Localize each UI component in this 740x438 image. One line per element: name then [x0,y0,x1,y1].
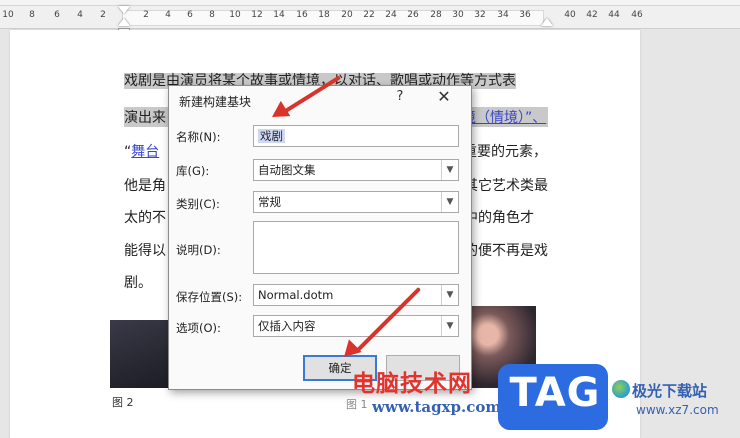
ruler-number: 14 [273,10,285,20]
close-icon[interactable]: ✕ [433,87,455,106]
doc-text: 他是角 [124,178,166,194]
ruler-number: 10 [229,10,241,20]
ruler-number: 4 [165,10,171,20]
doc-text: 重要的元素， [463,144,547,160]
ruler-number: 32 [474,10,486,20]
first-line-indent-marker[interactable] [118,6,130,14]
options-label: 选项(O): [176,321,221,335]
doc-text: “舞台 [124,144,160,160]
watermark-site-name: 电脑技术网 [352,371,472,397]
doc-text: 中的角色才 [464,210,534,226]
doc-line-3[interactable]: “舞台 重要的元素， [124,141,547,161]
ruler-number: 4 [77,10,83,20]
doc-text: 演出来 [124,110,166,126]
ruler-number: 12 [251,10,263,20]
new-building-block-dialog[interactable]: 新建构建基块 ? ✕ 名称(N): 戏剧 库(G): 自动图文集 ▼ 类别(C)… [168,85,472,390]
ruler-number: 24 [385,10,397,20]
save-location-label: 保存位置(S): [176,290,243,304]
ruler-number: 46 [631,10,643,20]
doc-text: 剧。 [124,275,152,291]
chevron-down-icon[interactable]: ▼ [441,285,458,305]
document-image-left[interactable] [110,320,170,388]
doc-text: 其它艺术类最 [464,178,548,194]
doc-text: 能得以 [124,243,166,259]
ruler-number: 16 [296,10,308,20]
horizontal-ruler[interactable]: 10 8 6 4 2 2 4 6 8 10 12 14 16 18 20 22 … [0,6,740,29]
doc-line-5[interactable]: 太的不 中的角色才 [124,207,534,227]
category-select[interactable]: 常规 ▼ [253,191,459,213]
chevron-down-icon[interactable]: ▼ [441,316,458,336]
ruler-number: 6 [54,10,60,20]
ruler-number: 22 [363,10,375,20]
ruler-number: 44 [608,10,620,20]
jiguang-site-name: 极光下载站 [632,382,708,400]
name-input-value: 戏剧 [258,129,285,143]
ruler-number: 2 [100,10,106,20]
jiguang-site-url: www.xz7.com [636,403,719,417]
options-select-value: 仅插入内容 [258,319,316,333]
gallery-select[interactable]: 自动图文集 ▼ [253,159,459,181]
name-label: 名称(N): [176,130,221,144]
save-location-select[interactable]: Normal.dotm ▼ [253,284,459,306]
category-select-value: 常规 [258,195,281,209]
ruler-number: 30 [452,10,464,20]
ruler-number: 28 [430,10,442,20]
help-icon[interactable]: ? [391,89,409,104]
image-caption: 图 1 [346,398,368,411]
doc-text: 的便不再是戏 [464,243,548,259]
ruler-number: 20 [341,10,353,20]
chevron-down-icon[interactable]: ▼ [441,160,458,180]
gallery-label: 库(G): [176,164,210,178]
doc-line-7[interactable]: 剧。 [124,272,152,292]
ruler-number: 26 [407,10,419,20]
description-input[interactable] [253,221,459,274]
ruler-number: 40 [564,10,576,20]
watermark-site-url: www.tagxp.com [372,398,502,416]
name-input[interactable]: 戏剧 [253,125,459,147]
dialog-title: 新建构建基块 [179,95,252,109]
jiguang-logo-icon [612,380,630,398]
ruler-number: 8 [29,10,35,20]
ruler-number: 8 [209,10,215,20]
doc-line-4[interactable]: 他是角 其它艺术类最 [124,175,548,195]
ruler-number: 34 [497,10,509,20]
image-caption: 图 2 [112,396,134,409]
ruler-number: 10 [2,10,14,20]
chevron-down-icon[interactable]: ▼ [441,192,458,212]
category-label: 类别(C): [176,197,220,211]
save-location-value: Normal.dotm [258,288,334,302]
ruler-number: 6 [187,10,193,20]
tag-logo-text: TAG [509,370,601,416]
doc-link[interactable]: 境（情境）”、 [462,107,546,127]
hanging-indent-marker[interactable] [118,18,130,26]
ruler-number: 36 [519,10,531,20]
gallery-select-value: 自动图文集 [258,163,316,177]
ruler-number: 2 [143,10,149,20]
description-label: 说明(D): [176,243,221,257]
options-select[interactable]: 仅插入内容 ▼ [253,315,459,337]
ruler-number: 42 [586,10,598,20]
doc-text: 太的不 [124,210,166,226]
doc-line-6[interactable]: 能得以 的便不再是戏 [124,240,548,260]
ruler-number: 18 [318,10,330,20]
right-indent-marker[interactable] [541,18,553,26]
